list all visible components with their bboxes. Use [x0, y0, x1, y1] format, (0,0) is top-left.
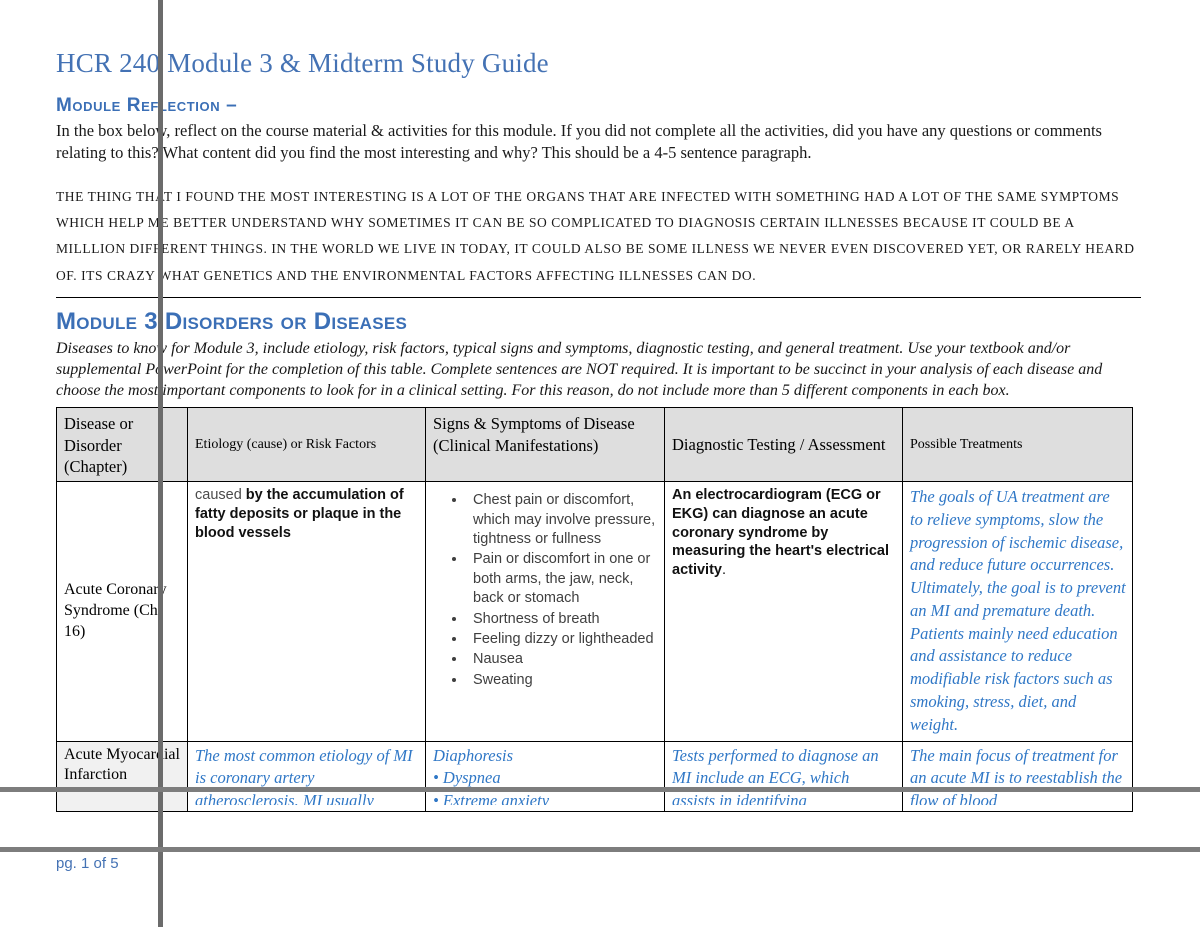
document-page: HCR 240 Module 3 & Midterm Study Guide M…	[0, 0, 1200, 927]
cell-diagnostic-testing: An electrocardiogram (ECG or EKG) can di…	[664, 481, 903, 742]
disease-name-text: Acute Myocardial Infarction	[64, 745, 180, 784]
list-item: Chest pain or discomfort, which may invo…	[467, 491, 658, 549]
etiology-text: caused by the accumulation of fatty depo…	[195, 487, 404, 540]
cell-disease-name: Acute Coronary Syndrome (Ch. 16)	[56, 481, 188, 742]
horizontal-guide-line-bottom	[0, 847, 1200, 852]
document-body: HCR 240 Module 3 & Midterm Study Guide M…	[56, 0, 1144, 812]
signs-symptoms-list: Chest pain or discomfort, which may invo…	[433, 491, 658, 690]
diagnostic-bold: An electrocardiogram (ECG or EKG) can di…	[672, 487, 890, 578]
column-header-signs: Signs & Symptoms of Disease (Clinical Ma…	[425, 407, 665, 483]
diagnostic-tail: .	[721, 561, 727, 578]
list-item: Nausea	[467, 650, 658, 669]
module-reflection-heading: Module Reflection –	[56, 95, 238, 117]
reflection-response: The thing that I found the most interest…	[56, 188, 1135, 283]
diagnostic-text: Tests performed to diagnose an MI includ…	[672, 745, 879, 805]
page-title: HCR 240 Module 3 & Midterm Study Guide	[56, 48, 549, 78]
cell-possible-treatments: The main focus of treatment for an acute…	[902, 740, 1133, 812]
diagnostic-text: An electrocardiogram (ECG or EKG) can di…	[672, 487, 889, 578]
cell-diagnostic-testing: Tests performed to diagnose an MI includ…	[664, 740, 903, 812]
table-row: Acute Myocardial Infarction The most com…	[56, 740, 1133, 812]
disorders-table: Disease or Disorder (Chapter) Etiology (…	[56, 407, 1133, 812]
page-number-footer: pg. 1 of 5	[56, 855, 119, 872]
column-header-disease: Disease or Disorder (Chapter)	[56, 407, 188, 483]
column-header-treatments: Possible Treatments	[902, 407, 1133, 483]
column-header-etiology: Etiology (cause) or Risk Factors	[187, 407, 426, 483]
module-3-instructions: Diseases to know for Module 3, include e…	[56, 339, 1103, 400]
treatment-text: The main focus of treatment for an acute…	[910, 745, 1123, 805]
cell-etiology: caused by the accumulation of fatty depo…	[187, 481, 426, 742]
list-item: Feeling dizzy or lightheaded	[467, 630, 658, 649]
cell-signs-symptoms: Chest pain or discomfort, which may invo…	[425, 481, 665, 742]
cell-etiology: The most common etiology of MI is corona…	[187, 740, 426, 812]
list-item: Sweating	[467, 671, 658, 690]
cell-possible-treatments: The goals of UA treatment are to relieve…	[902, 481, 1133, 742]
list-item: Pain or discomfort in one or both arms, …	[467, 550, 658, 608]
cell-disease-name: Acute Myocardial Infarction	[56, 740, 188, 812]
signs-symptoms-text: Diaphoresis • Dyspnea • Extreme anxiety	[433, 745, 550, 805]
table-row: Acute Coronary Syndrome (Ch. 16) caused …	[56, 481, 1133, 742]
list-item: Shortness of breath	[467, 610, 658, 629]
etiology-text: The most common etiology of MI is corona…	[195, 745, 413, 805]
module-3-heading: Module 3 Disorders or Diseases	[56, 308, 408, 336]
section-divider	[56, 297, 1141, 299]
treatment-text: The goals of UA treatment are to relieve…	[910, 487, 1126, 734]
etiology-lead: caused	[195, 487, 242, 504]
horizontal-guide-line-top	[0, 787, 1200, 792]
column-header-diagnostic: Diagnostic Testing / Assessment	[664, 407, 903, 483]
reflection-instructions: In the box below, reflect on the course …	[56, 120, 1102, 162]
table-header-row: Disease or Disorder (Chapter) Etiology (…	[56, 407, 1133, 483]
cell-signs-symptoms: Diaphoresis • Dyspnea • Extreme anxiety	[425, 740, 665, 812]
